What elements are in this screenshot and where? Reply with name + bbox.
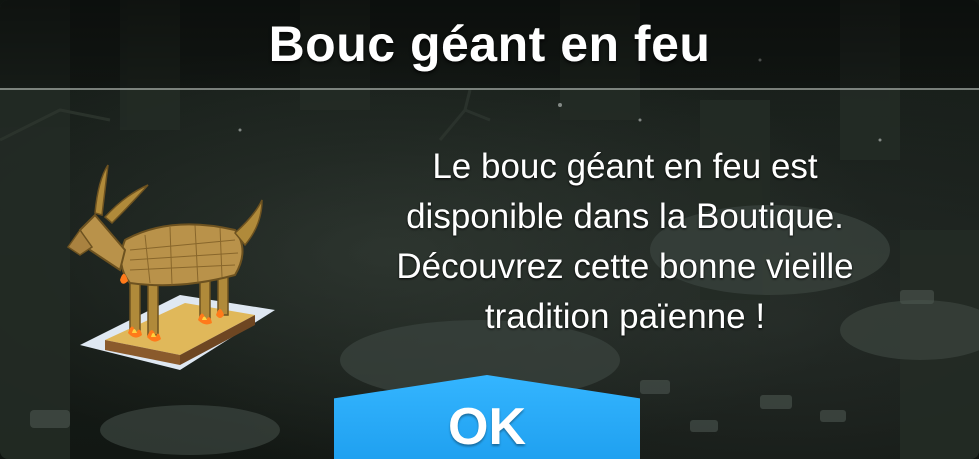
title-divider: [0, 88, 979, 90]
event-dialog: Bouc géant en feu Le bouc géant en feu e…: [0, 0, 979, 459]
ok-button[interactable]: OK: [334, 375, 640, 459]
burning-straw-goat-image: [66, 164, 275, 370]
ok-button-label: OK: [448, 398, 526, 456]
dialog-title: Bouc géant en feu: [268, 16, 711, 72]
dialog-message: Le bouc géant en feu est disponible dans…: [396, 147, 854, 336]
